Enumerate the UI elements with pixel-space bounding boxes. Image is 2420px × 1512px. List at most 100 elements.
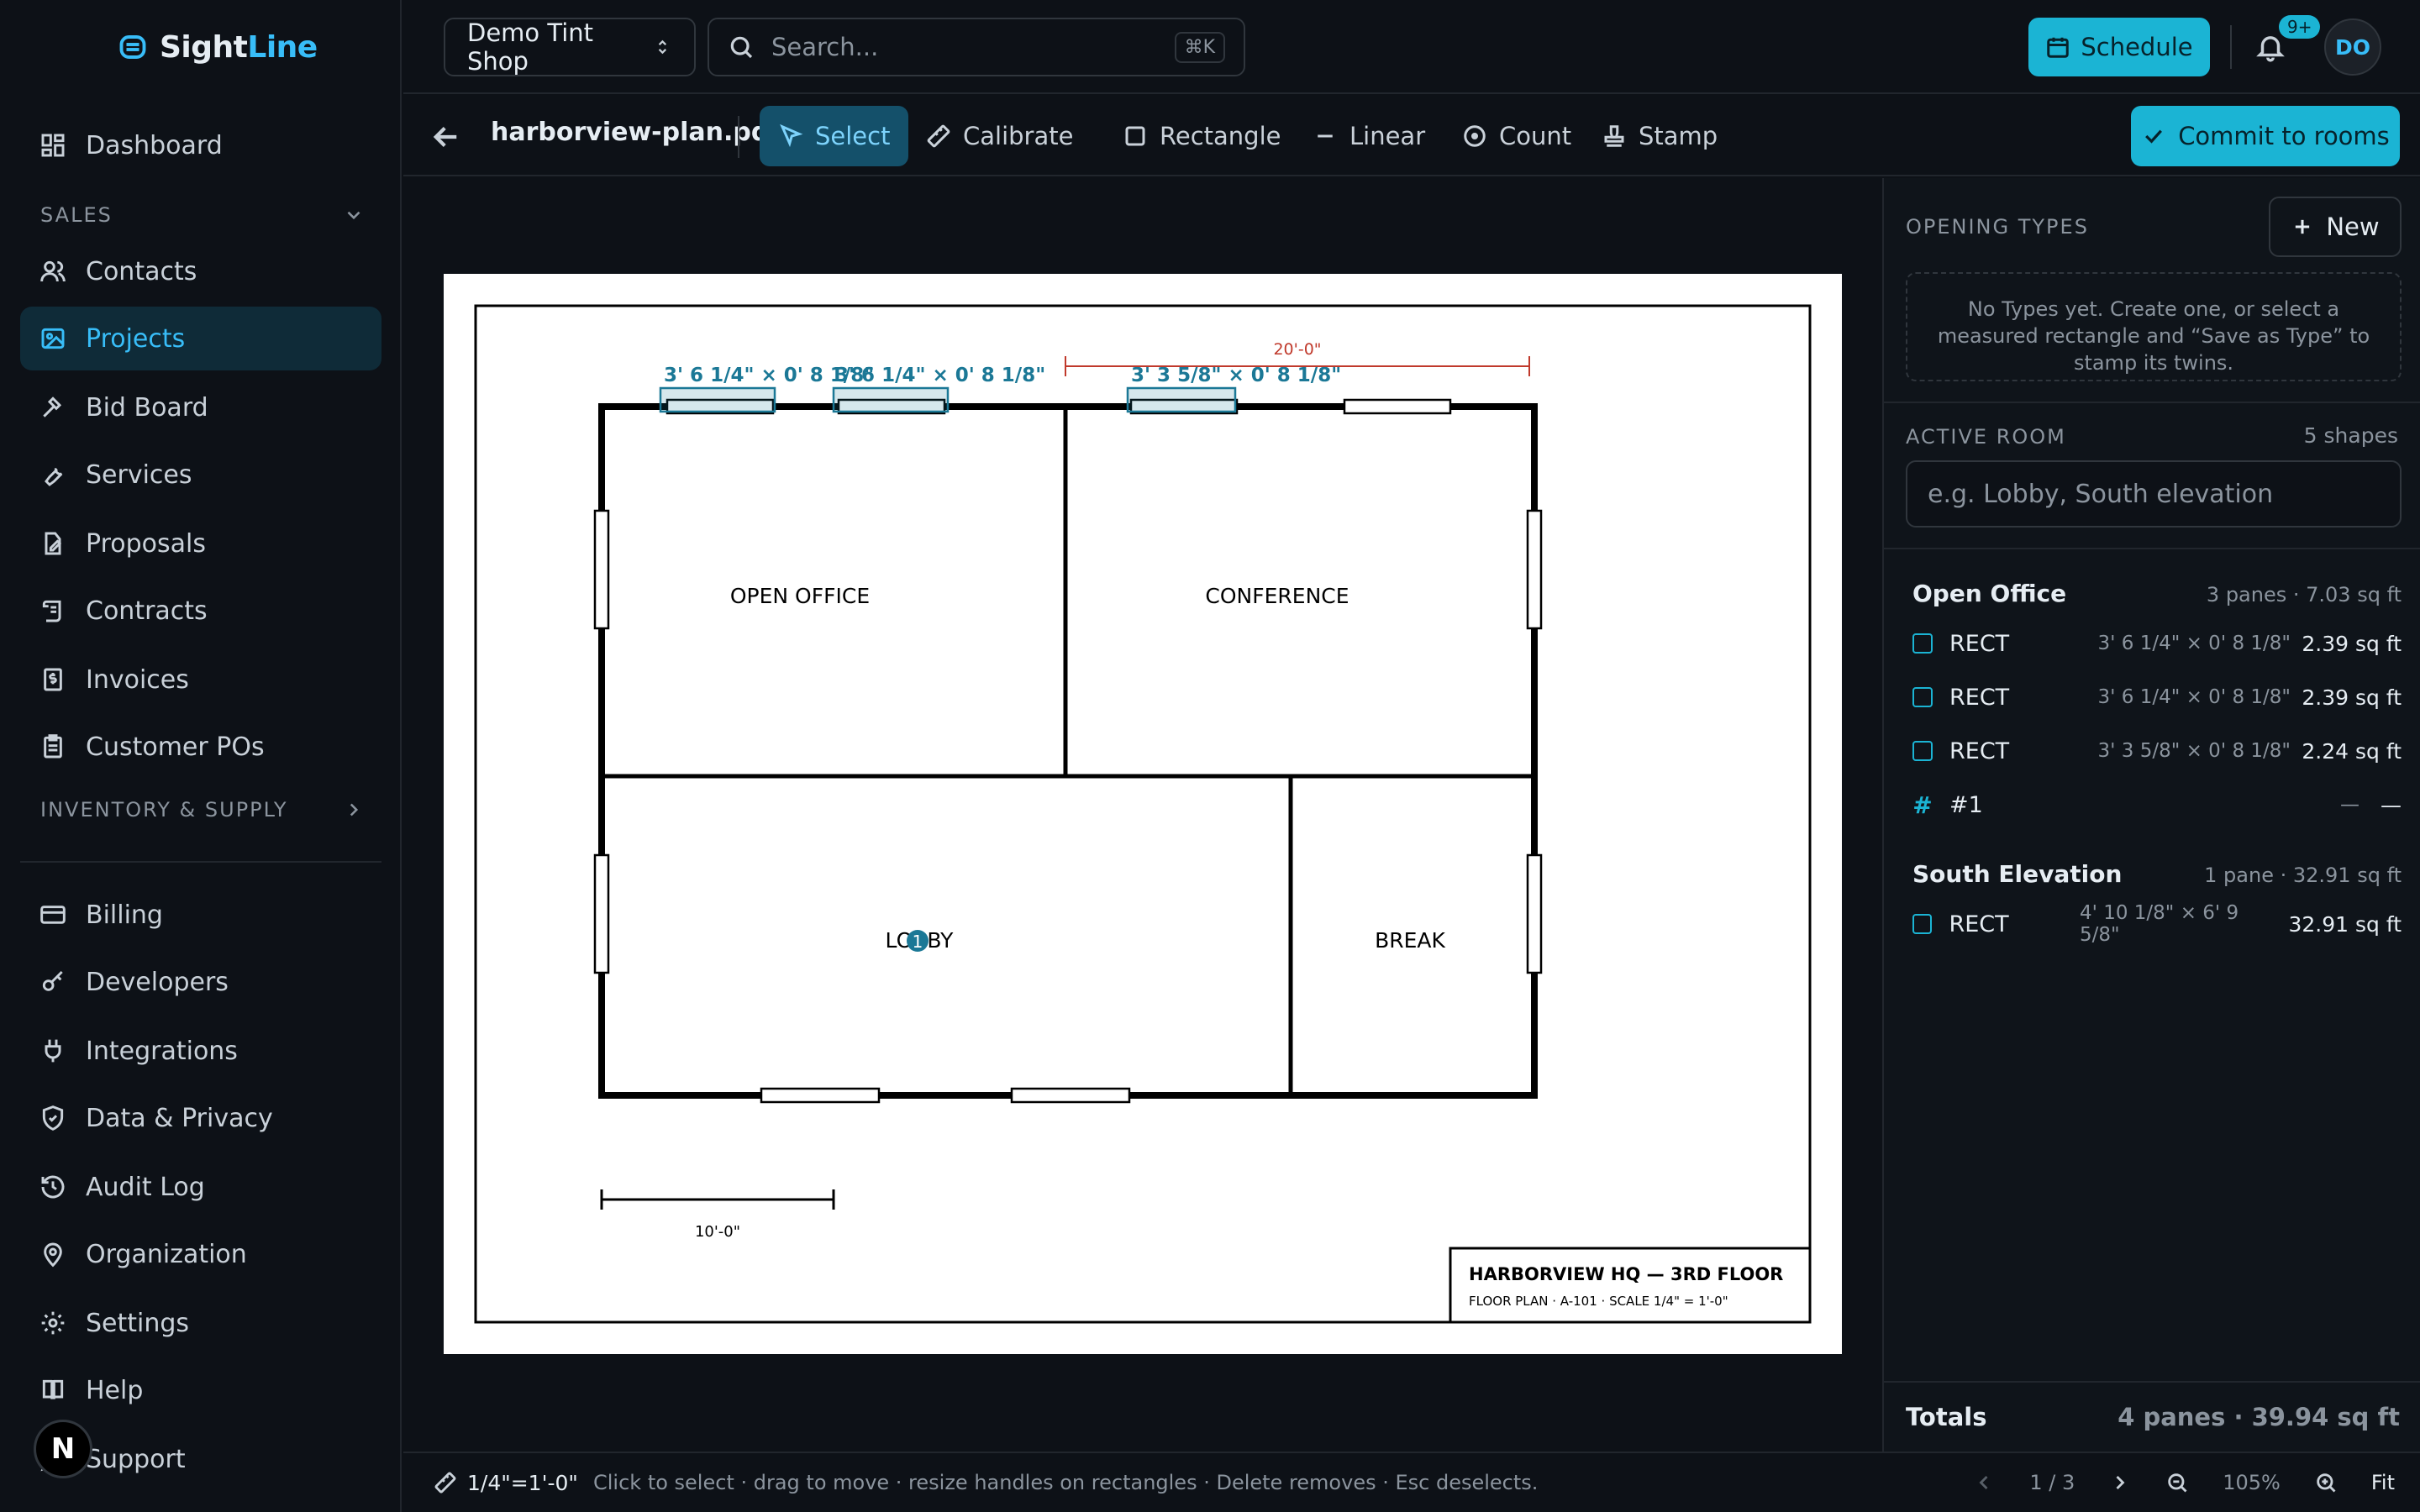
totals-bar: Totals 4 panes · 39.94 sq ft [1884,1381,2420,1452]
avatar-initials: DO [2334,34,2370,60]
window[interactable] [1010,1087,1131,1104]
sales-section-toggle[interactable]: SALES [40,203,365,227]
bell-icon [2256,36,2285,62]
plan-toolbar: harborview-plan.pdf Select Calibrate Rec… [403,96,2420,176]
zoom-in-icon[interactable] [2314,1471,2338,1494]
sidebar-item-projects[interactable]: Projects [20,307,381,370]
toolbar-divider [738,116,739,158]
sidebar-item-integrations[interactable]: Integrations [20,1019,381,1083]
ruler-icon [927,124,950,148]
sidebar-item-contracts[interactable]: Contracts [20,579,381,643]
room-group-header[interactable]: Open Office 3 panes · 7.03 sq ft [1912,580,2402,607]
commit-label: Commit to rooms [2178,122,2390,150]
sidebar-item-label: Billing [86,900,163,930]
shop-selector[interactable]: Demo Tint Shop [444,18,696,76]
shape-row[interactable]: RECT 3' 6 1/4" × 0' 8 1/8" 2.39 sq ft [1912,622,2402,665]
tool-count[interactable]: Count [1444,106,1590,166]
section-label: SALES [40,203,113,227]
shape-row[interactable]: RECT 3' 6 1/4" × 0' 8 1/8" 2.39 sq ft [1912,675,2402,719]
dashboard-icon [39,131,67,160]
plan-sheet[interactable]: 3' 6 1/4" × 0' 8 1/8" 3' 6 1/4" × 0' 8 1… [444,274,1842,1354]
sidebar-item-label: Settings [86,1308,190,1338]
zoom-out-icon[interactable] [2165,1471,2189,1494]
sidebar-item-customer-pos[interactable]: Customer POs [20,715,381,779]
shape-row[interactable]: RECT 3' 3 5/8" × 0' 8 1/8" 2.24 sq ft [1912,729,2402,773]
search-box[interactable]: Search... ⌘K [708,18,1245,76]
brand-name-part1: Sight [160,29,248,65]
sidebar-item-audit-log[interactable]: Audit Log [20,1155,381,1219]
measured-rectangle[interactable] [659,386,776,413]
status-hint: Click to select · drag to move · resize … [593,1471,1539,1494]
shape-row[interactable]: # #1 — — [1912,783,2402,827]
commit-to-rooms-button[interactable]: Commit to rooms [2131,106,2400,166]
avatar[interactable]: DO [2324,18,2381,76]
chevron-right-icon[interactable] [2108,1471,2132,1494]
brand-logo[interactable]: SightLine [118,25,318,69]
sidebar-item-contacts[interactable]: Contacts [20,239,381,303]
sidebar-item-proposals[interactable]: Proposals [20,512,381,575]
room-group-name: South Elevation [1912,860,2123,888]
active-room-input[interactable] [1906,460,2402,528]
fit-button[interactable]: Fit [2371,1471,2395,1494]
measured-rectangle[interactable] [1126,386,1237,413]
sidebar-item-settings[interactable]: Settings [20,1291,381,1355]
shape-dims: 3' 6 1/4" × 0' 8 1/8" [2097,633,2291,654]
window[interactable] [1343,398,1452,415]
room-label: BREAK [1375,928,1445,953]
shape-kind: #1 [1949,791,1983,818]
image-icon [39,324,67,353]
shape-area: 32.91 sq ft [2288,911,2402,937]
sidebar-item-data-privacy[interactable]: Data & Privacy [20,1086,381,1150]
active-room-label: ACTIVE ROOM [1906,425,2066,449]
hash-icon: # [1912,790,1933,819]
sidebar-item-bid-board[interactable]: Bid Board [20,375,381,439]
scale-indicator[interactable]: 1/4"=1'-0" [434,1471,578,1495]
sidebar-item-label: Help [86,1375,144,1405]
sidebar-item-label: Data & Privacy [86,1103,273,1133]
sidebar-item-dashboard[interactable]: Dashboard [20,113,381,177]
shape-area: 2.39 sq ft [2302,631,2402,656]
chevron-left-icon[interactable] [1972,1471,1996,1494]
tool-select[interactable]: Select [760,106,909,166]
schedule-button[interactable]: Schedule [2028,18,2210,76]
sidebar-item-developers[interactable]: Developers [20,950,381,1014]
room-group-header[interactable]: South Elevation 1 pane · 32.91 sq ft [1912,860,2402,888]
window[interactable] [760,1087,881,1104]
sidebar-item-label: Contracts [86,596,208,626]
shape-dims: 4' 10 1/8" × 6' 9 5/8" [2079,902,2239,946]
tool-stamp[interactable]: Stamp [1583,106,1736,166]
tool-label: Stamp [1639,122,1718,150]
window[interactable] [593,853,610,974]
floor-plan-drawing[interactable]: 3' 6 1/4" × 0' 8 1/8" 3' 6 1/4" × 0' 8 1… [444,274,1842,1354]
shape-area: 2.39 sq ft [2302,685,2402,710]
tool-linear[interactable]: Linear [1294,106,1444,166]
new-type-button[interactable]: New [2269,197,2402,257]
measurements-panel: OPENING TYPES New No Types yet. Create o… [1882,178,2420,1452]
rect-shape-icon [1912,741,1933,761]
shape-dims: 3' 6 1/4" × 0' 8 1/8" [2097,686,2291,708]
sidebar-item-label: Developers [86,967,229,997]
measured-rectangle[interactable] [832,386,950,413]
shape-row[interactable]: RECT 4' 10 1/8" × 6' 9 5/8" 32.91 sq ft [1912,902,2402,946]
sidebar-item-invoices[interactable]: Invoices [20,648,381,711]
shape-kind: RECT [1949,630,2010,657]
sidebar-item-billing[interactable]: Billing [20,883,381,947]
brand-name-part2: Line [247,29,318,65]
back-arrow-icon[interactable] [429,119,464,155]
tool-calibrate[interactable]: Calibrate [908,106,1092,166]
sidebar-item-help[interactable]: Help [20,1358,381,1422]
plan-canvas[interactable]: 3' 6 1/4" × 0' 8 1/8" 3' 6 1/4" × 0' 8 1… [403,178,1882,1452]
window[interactable] [1526,853,1543,974]
sidebar-item-organization[interactable]: Organization [20,1222,381,1286]
shape-kind: RECT [1949,738,2010,764]
tool-rectangle[interactable]: Rectangle [1104,106,1299,166]
edit-doc-icon [39,529,67,558]
square-icon [1125,126,1145,146]
assistant-fab[interactable]: N [34,1420,92,1478]
inventory-section-toggle[interactable]: INVENTORY & SUPPLY [40,798,365,822]
sidebar-item-label: Support [86,1444,186,1474]
sidebar-item-label: Dashboard [86,130,223,160]
sidebar-item-services[interactable]: Services [20,443,381,507]
window[interactable] [593,509,610,630]
window[interactable] [1526,509,1543,630]
